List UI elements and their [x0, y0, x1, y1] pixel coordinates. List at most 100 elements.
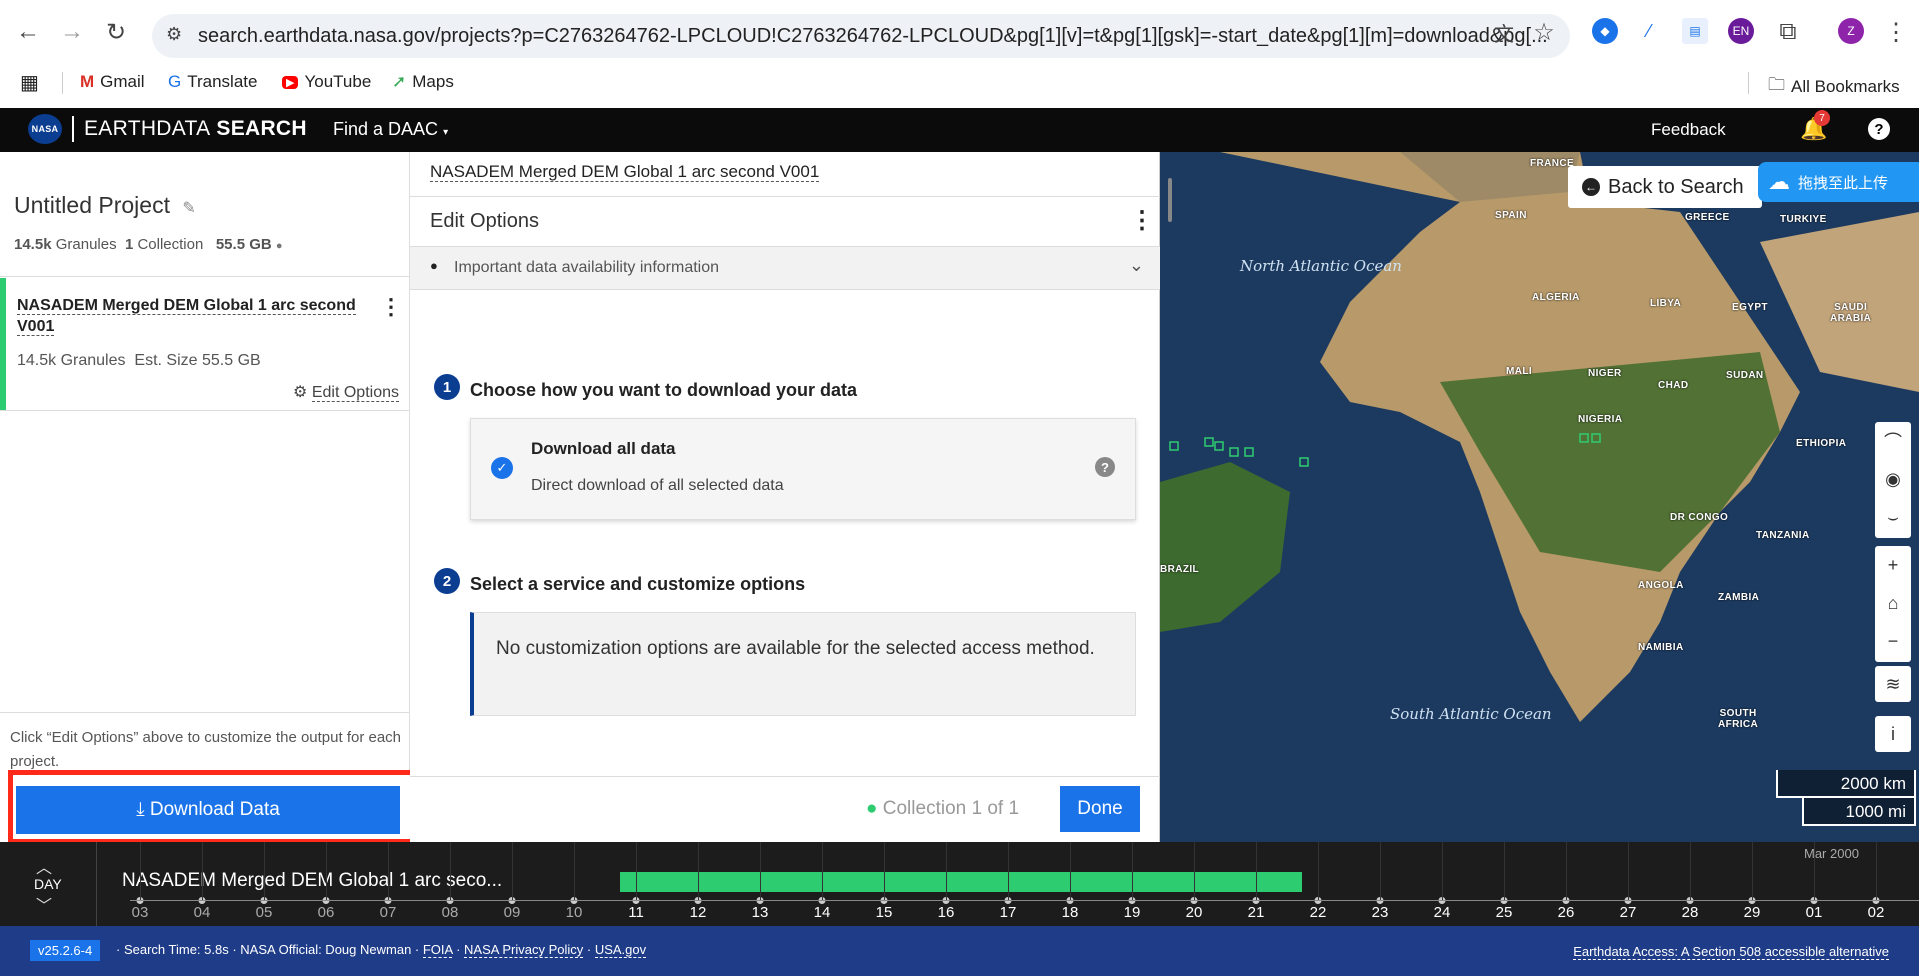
rotate-down-icon[interactable]: ⌣	[1875, 498, 1911, 536]
upload-drop-badge[interactable]: ☁ 拖拽至此上传	[1758, 162, 1919, 202]
bookmark-translate[interactable]: G Translate	[168, 72, 257, 92]
nasa-logo: NASA	[28, 114, 62, 144]
zoom-in-icon[interactable]: +	[1875, 546, 1911, 584]
panel-more-icon[interactable]: ⋮	[1130, 206, 1154, 235]
forward-arrow-icon[interactable]: →	[56, 18, 88, 46]
map-country-label: SAUDI ARABIA	[1830, 302, 1872, 324]
timeline-gridline	[1070, 842, 1071, 900]
map-country-label: ZAMBIA	[1718, 592, 1760, 603]
info-icon[interactable]: i	[1875, 716, 1911, 752]
edit-pencil-icon[interactable]: ✎	[182, 200, 195, 217]
panel-resize-handle[interactable]	[1168, 178, 1172, 222]
map-country-label: GREECE	[1685, 212, 1730, 223]
question-icon[interactable]: ?	[1095, 457, 1115, 477]
privacy-link[interactable]: NASA Privacy Policy	[464, 942, 584, 958]
timeline-tick-label: 15	[875, 904, 893, 921]
download-all-option[interactable]: ✓ Download all data Direct download of a…	[470, 418, 1136, 520]
site-info-icon[interactable]: ⚙	[166, 24, 182, 45]
collection-more-icon[interactable]: ⋮	[380, 294, 402, 320]
timeline-tick-label: 22	[1309, 904, 1327, 921]
timeline-tick-label: 07	[379, 904, 397, 921]
timeline-tick-label: 08	[441, 904, 459, 921]
bookmark-star-icon[interactable]: ☆	[1528, 18, 1560, 47]
layers-control: ≋	[1875, 666, 1911, 702]
all-bookmarks[interactable]: 🗀 All Bookmarks	[1768, 72, 1900, 101]
extension-icon-3[interactable]: ▤	[1682, 18, 1708, 44]
collection-card-title[interactable]: NASADEM Merged DEM Global 1 arc second V…	[17, 296, 367, 338]
project-title[interactable]: Untitled Project ✎	[14, 192, 196, 219]
zoom-out-icon[interactable]: −	[1875, 622, 1911, 660]
timeline-gridline	[636, 842, 637, 900]
help-icon[interactable]: ?	[1868, 118, 1890, 140]
usa-gov-link[interactable]: USA.gov	[594, 942, 647, 958]
timeline-gridline	[1318, 842, 1319, 900]
find-daac-menu[interactable]: Find a DAAC ▾	[333, 119, 448, 140]
bookmark-maps[interactable]: ➚ Maps	[392, 72, 454, 92]
divider	[410, 776, 1160, 777]
done-button[interactable]: Done	[1060, 786, 1140, 832]
browser-menu-icon[interactable]: ⋮	[1880, 18, 1912, 47]
translate-page-icon[interactable]: 文	[1488, 18, 1520, 47]
extension-icon-1[interactable]: ◆	[1592, 18, 1618, 44]
timeline-collection-label: NASADEM Merged DEM Global 1 arc seco...	[122, 870, 503, 891]
timeline[interactable]: ︿ DAY ﹀ NASADEM Merged DEM Global 1 arc …	[0, 842, 1919, 926]
extension-icon-2[interactable]: ⁄	[1636, 18, 1662, 44]
profile-avatar[interactable]: Z	[1838, 18, 1864, 44]
map-country-label: TURKIYE	[1780, 214, 1827, 225]
timeline-tick-label: 26	[1557, 904, 1575, 921]
timeline-tick-label: 05	[255, 904, 273, 921]
timeline-up-icon[interactable]: ︿	[36, 854, 52, 878]
timeline-tick-label: 10	[565, 904, 583, 921]
app-brand[interactable]: NASA EARTHDATA SEARCH	[28, 114, 307, 144]
rotate-up-icon[interactable]: ⌒	[1875, 422, 1911, 460]
youtube-icon: ▶	[282, 75, 299, 89]
extension-icon-4[interactable]: EN	[1728, 18, 1754, 44]
timeline-tick-label: 17	[999, 904, 1017, 921]
back-to-search-button[interactable]: ← Back to Search	[1568, 166, 1762, 208]
back-arrow-icon[interactable]: ←	[12, 18, 44, 46]
url-text: search.earthdata.nasa.gov/projects?p=C27…	[198, 24, 1548, 47]
map-zoom-controls: + ⌂ −	[1875, 546, 1911, 662]
divider	[410, 196, 1160, 197]
check-icon[interactable]: ✓	[491, 457, 513, 479]
timeline-tick-label: 12	[689, 904, 707, 921]
map-country-label: ANGOLA	[1638, 580, 1684, 591]
timeline-gridline	[698, 842, 699, 900]
timeline-gridline	[1628, 842, 1629, 900]
accessible-alternative-link[interactable]: Earthdata Access: A Section 508 accessib…	[1573, 944, 1889, 960]
globe-icon[interactable]: ◉	[1875, 460, 1911, 498]
info-icon[interactable]: ●	[276, 240, 283, 252]
bookmarks-bar: ▦ M Gmail G Translate ▶ YouTube ➚ Maps 🗀 All …	[0, 60, 1919, 108]
divider	[0, 276, 409, 277]
timeline-data-range	[620, 872, 1302, 892]
apps-grid-icon[interactable]: ▦	[20, 70, 39, 95]
timeline-tick-label: 14	[813, 904, 831, 921]
layers-icon[interactable]: ≋	[1875, 666, 1911, 702]
timeline-gridline	[1876, 842, 1877, 900]
map-view[interactable]: FRANCE SPAIN GREECE TURKIYE ALGERIA LIBY…	[1160, 152, 1919, 842]
home-icon[interactable]: ⌂	[1875, 584, 1911, 622]
timeline-down-icon[interactable]: ﹀	[36, 892, 52, 916]
timeline-gridline	[1814, 842, 1815, 900]
bookmark-gmail[interactable]: M Gmail	[80, 72, 145, 92]
edit-options-link[interactable]: ⚙ Edit Options	[293, 382, 399, 402]
timeline-tick-label: 09	[503, 904, 521, 921]
notifications-bell-icon[interactable]: 🔔 7	[1800, 110, 1830, 142]
chevron-down-icon[interactable]: ⌄	[1129, 255, 1144, 276]
foia-link[interactable]: FOIA	[422, 942, 453, 958]
address-bar[interactable]: ⚙ search.earthdata.nasa.gov/projects?p=C…	[152, 14, 1570, 58]
extensions-puzzle-icon[interactable]: ⧉	[1772, 18, 1804, 46]
bookmark-youtube[interactable]: ▶ YouTube	[282, 72, 371, 92]
availability-banner[interactable]: ● Important data availability informatio…	[410, 246, 1160, 290]
panel-collection-title[interactable]: NASADEM Merged DEM Global 1 arc second V…	[430, 162, 820, 182]
map-country-label: NIGER	[1588, 368, 1622, 379]
download-data-button[interactable]: ⤓ Download Data	[16, 786, 400, 834]
reload-icon[interactable]: ↻	[100, 18, 132, 47]
collection-count: ● Collection 1 of 1	[866, 798, 1020, 819]
bookmark-divider-right	[1748, 72, 1749, 94]
collection-card[interactable]: NASADEM Merged DEM Global 1 arc second V…	[0, 278, 409, 410]
translate-icon: G	[168, 72, 182, 91]
step-1-title: Choose how you want to download your dat…	[470, 380, 857, 400]
feedback-link[interactable]: Feedback	[1651, 120, 1726, 140]
timeline-tick-label: 18	[1061, 904, 1079, 921]
